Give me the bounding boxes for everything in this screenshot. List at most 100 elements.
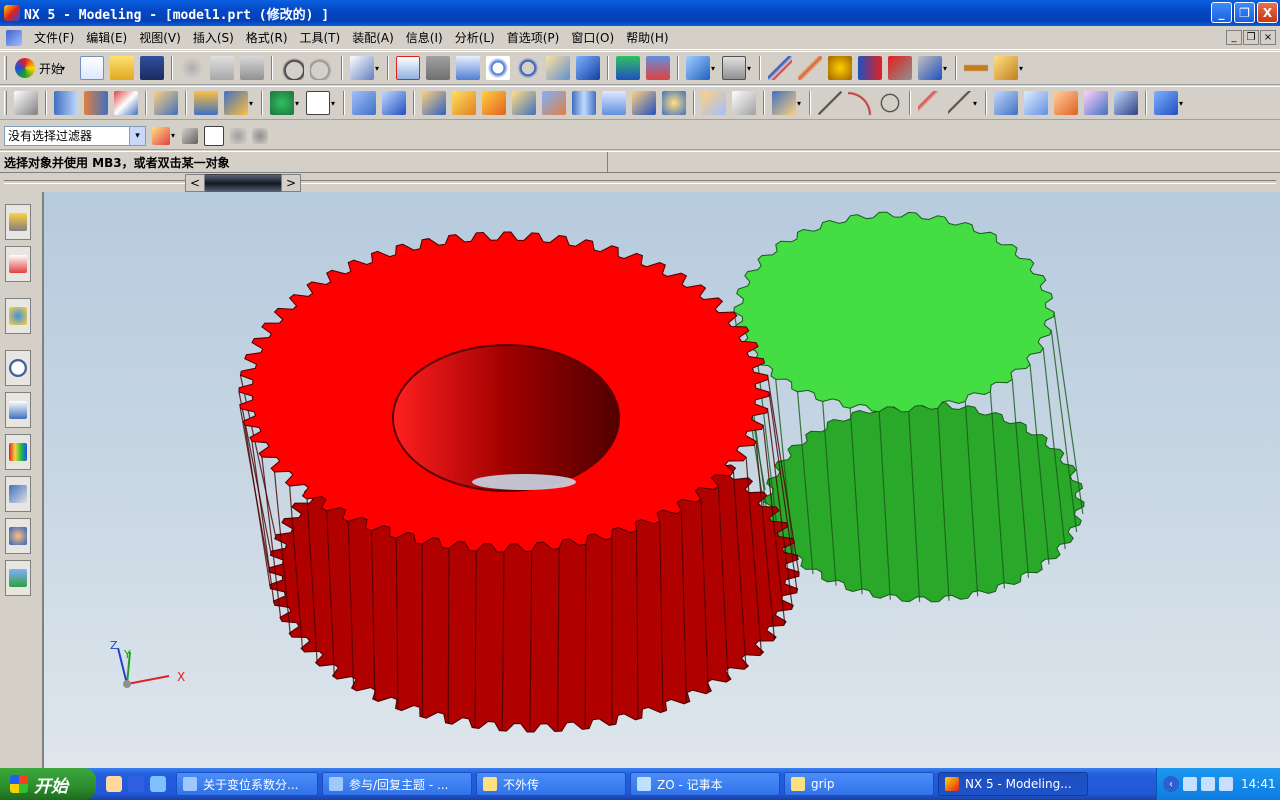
unite-icon[interactable]	[352, 91, 376, 115]
datum-plane-icon[interactable]	[194, 91, 218, 115]
restore-button[interactable]: ❐	[1234, 2, 1255, 23]
perspective-icon[interactable]	[576, 56, 601, 80]
menu-view[interactable]: 视图(V)	[133, 28, 187, 48]
trim-body-icon[interactable]	[632, 91, 656, 115]
mesh-surface-icon[interactable]	[1024, 91, 1048, 115]
menu-help[interactable]: 帮助(H)	[620, 28, 674, 48]
fit-view-icon[interactable]	[396, 56, 421, 80]
rotate-icon[interactable]	[516, 56, 541, 80]
quick-launch-app-icon[interactable]	[106, 776, 122, 792]
subtract-icon[interactable]	[382, 91, 406, 115]
toolbar-grip[interactable]	[4, 91, 7, 115]
wcs-rotate-icon[interactable]	[828, 56, 853, 80]
toolbar-grip[interactable]	[4, 56, 7, 80]
selection-tool-icon[interactable]	[350, 56, 375, 80]
bounded-plane-icon[interactable]	[1114, 91, 1138, 115]
curve-tool-icon[interactable]	[948, 91, 972, 115]
curve-snap-icon[interactable]	[252, 127, 268, 144]
menu-format[interactable]: 格式(R)	[240, 28, 294, 48]
back-arrow-icon[interactable]	[182, 127, 198, 144]
render-style-icon[interactable]	[722, 56, 747, 80]
snap-point-icon[interactable]	[152, 126, 170, 145]
save-icon[interactable]	[140, 56, 165, 80]
chamfer-icon[interactable]	[482, 91, 506, 115]
wcs-orient-icon[interactable]	[858, 56, 883, 80]
shaded-edges-icon[interactable]	[616, 56, 641, 80]
cut-icon[interactable]	[180, 56, 205, 80]
thicken-icon[interactable]	[662, 91, 686, 115]
circle-icon[interactable]	[878, 91, 902, 115]
chevron-down-icon[interactable]: ▾	[943, 64, 949, 73]
windows-start-button[interactable]: 开始	[0, 768, 96, 800]
taskbar-task[interactable]: ZO - 记事本	[630, 772, 780, 796]
zoom-window-icon[interactable]	[426, 56, 451, 80]
wcs-origin-icon[interactable]	[798, 56, 823, 80]
graphics-window[interactable]: X Y Z	[44, 192, 1280, 768]
doc-restore-button[interactable]: ❐	[1243, 30, 1259, 45]
chevron-down-icon[interactable]: ▾	[249, 99, 255, 108]
wcs-save-icon[interactable]	[918, 56, 943, 80]
taskbar-task[interactable]: 参与/回复主题 - ...	[322, 772, 472, 796]
tab-scroller[interactable]: < >	[185, 174, 301, 192]
revolve-icon[interactable]	[114, 91, 138, 115]
menu-tools[interactable]: 工具(T)	[294, 28, 347, 48]
sketch-icon[interactable]	[54, 91, 78, 115]
part-navigator-tab[interactable]	[5, 246, 31, 282]
minimize-button[interactable]: _	[1211, 2, 1232, 23]
quick-launch-anchor-icon[interactable]	[128, 776, 144, 792]
roles-tab[interactable]	[5, 518, 31, 554]
quick-launch-browser-icon[interactable]	[150, 776, 166, 792]
ruled-icon[interactable]	[1084, 91, 1108, 115]
system-materials-tab[interactable]	[5, 434, 31, 470]
taskbar-task[interactable]: 关于变位系数分...	[176, 772, 318, 796]
process-studio-tab[interactable]	[5, 476, 31, 512]
chevron-down-icon[interactable]: ▾	[747, 64, 753, 73]
taskbar-task-active[interactable]: NX 5 - Modeling...	[938, 772, 1088, 796]
through-curves-icon[interactable]	[994, 91, 1018, 115]
shell-icon[interactable]	[542, 91, 566, 115]
volume-icon[interactable]	[1219, 777, 1233, 791]
menu-edit[interactable]: 编辑(E)	[80, 28, 133, 48]
history-tab[interactable]	[5, 350, 31, 386]
surface-tool-icon[interactable]	[1154, 91, 1178, 115]
taskbar-task[interactable]: 不外传	[476, 772, 626, 796]
chevron-down-icon[interactable]: ▾	[973, 99, 979, 108]
block-icon[interactable]	[422, 91, 446, 115]
edge-blend-icon[interactable]	[452, 91, 476, 115]
pattern-icon[interactable]	[572, 91, 596, 115]
chevron-left-icon[interactable]: ‹	[1163, 776, 1179, 792]
undo-icon[interactable]	[280, 56, 305, 80]
zoom-in-out-icon[interactable]	[486, 56, 511, 80]
wcs-icon[interactable]	[768, 56, 793, 80]
menu-file[interactable]: 文件(F)	[28, 28, 80, 48]
mirror-icon[interactable]	[602, 91, 626, 115]
chevron-down-icon[interactable]: ▾	[129, 126, 145, 145]
zoom-icon[interactable]	[456, 56, 481, 80]
reuse-library-tab[interactable]	[5, 392, 31, 428]
chevron-down-icon[interactable]: ▾	[295, 99, 301, 108]
network-icon[interactable]	[1201, 777, 1215, 791]
close-button[interactable]: X	[1257, 2, 1278, 23]
menu-preferences[interactable]: 首选项(P)	[501, 28, 566, 48]
measure-angle-icon[interactable]	[994, 56, 1019, 80]
chevron-down-icon[interactable]: ▾	[797, 99, 803, 108]
rectangle-icon[interactable]	[306, 91, 330, 115]
web-browser-tab[interactable]	[5, 298, 31, 334]
edit-feature-icon[interactable]	[772, 91, 796, 115]
network-icon[interactable]	[1183, 777, 1197, 791]
copy-icon[interactable]	[210, 56, 235, 80]
pan-icon[interactable]	[546, 56, 571, 80]
part-navigator-icon[interactable]	[14, 91, 38, 115]
eraser-icon[interactable]	[204, 125, 224, 146]
extrude-icon[interactable]	[84, 91, 108, 115]
shaded-icon[interactable]	[646, 56, 671, 80]
chevron-down-icon[interactable]: ▾	[1179, 99, 1185, 108]
type-filter-select[interactable]: 没有选择过滤器 ▾	[4, 125, 146, 146]
datum-axis-icon[interactable]	[224, 91, 248, 115]
chevron-down-icon[interactable]: ▾	[711, 64, 717, 73]
chevron-down-icon[interactable]: ▾	[1019, 64, 1025, 73]
menu-insert[interactable]: 插入(S)	[187, 28, 240, 48]
open-folder-icon[interactable]	[110, 56, 135, 80]
chevron-down-icon[interactable]: ▾	[375, 64, 381, 73]
arc-icon[interactable]	[848, 91, 872, 115]
